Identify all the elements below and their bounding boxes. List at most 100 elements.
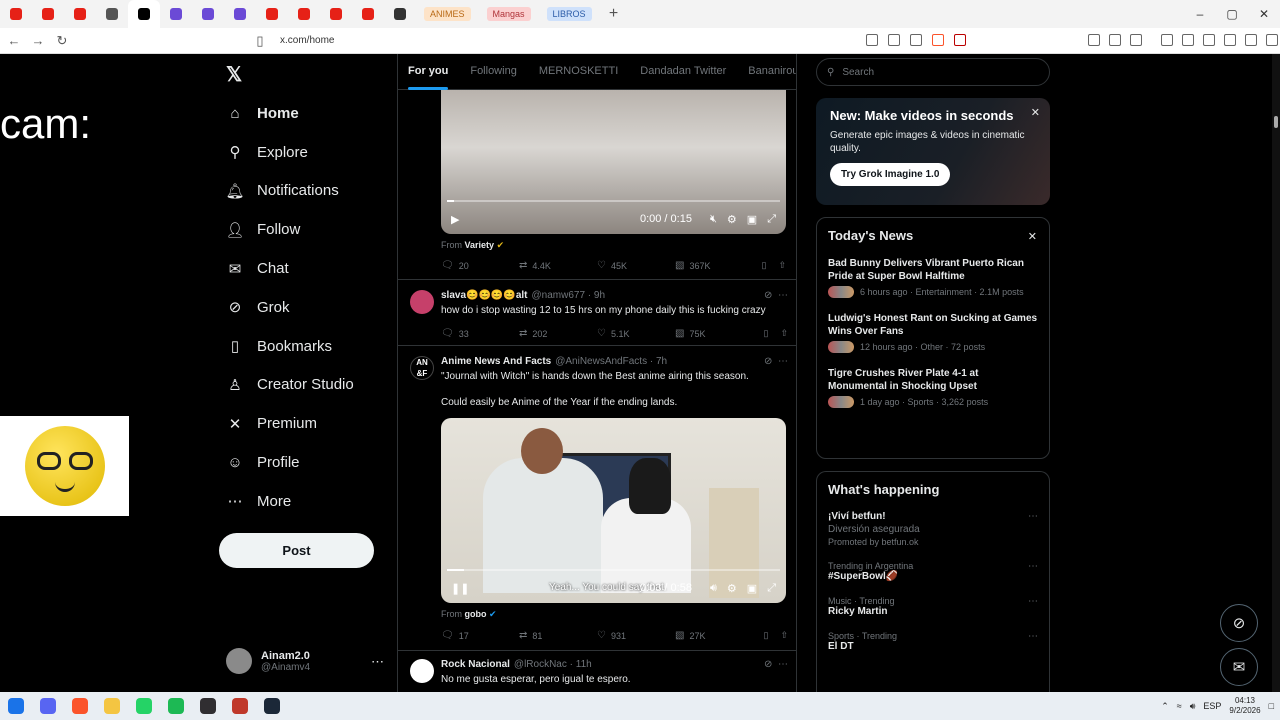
install-icon[interactable] [888, 34, 900, 46]
sidebar-item-grok[interactable]: ⊘ Grok [226, 288, 354, 327]
try-grok-button[interactable]: Try Grok Imagine 1.0 [830, 163, 951, 186]
post-time[interactable]: · 9h [588, 290, 605, 301]
search-input[interactable]: ⚲ Search [816, 58, 1050, 86]
author-handle[interactable]: @namw677 [532, 290, 586, 301]
forward-icon[interactable]: → [28, 33, 48, 48]
reply-button[interactable]: 🗨︎ 17 [441, 630, 519, 641]
share-icon[interactable]: ⇧ [780, 630, 788, 641]
volume-icon[interactable]: 🔊︎ [1190, 701, 1196, 712]
post-time[interactable]: · 11h [570, 659, 592, 670]
browser-tab[interactable] [384, 0, 416, 28]
repost-button[interactable]: ⇄ 81 [519, 630, 597, 641]
news-item[interactable]: Ludwig's Honest Rant on Sucking at Games… [828, 312, 1038, 353]
clock[interactable]: 04:13 9/2/2026 [1229, 696, 1260, 716]
sidebar-item-bookmarks[interactable]: ▯ Bookmarks [226, 327, 354, 366]
tab-group[interactable]: Mangas [479, 0, 539, 28]
bookmark-icon[interactable]: ▯ [764, 630, 769, 641]
screenshot-icon[interactable] [1130, 34, 1142, 46]
bookmark-icon[interactable]: ▯ [764, 328, 769, 339]
trend-more-icon[interactable]: ⋯ [1028, 511, 1038, 522]
views-button[interactable]: ▧ 27K [675, 630, 753, 641]
grok-icon[interactable]: ⊘ [764, 356, 772, 367]
trend-item[interactable]: ¡Viví betfun! Diversión asegurada Promoted… [828, 511, 1038, 547]
sidebar-item-premium[interactable]: ✕ Premium [226, 404, 354, 443]
post-anime-news[interactable]: AN &F Anime News And Facts @AniNewsAndFac… [398, 346, 796, 651]
trend-item[interactable]: Sports · Trending El DT ⋯ [828, 631, 1038, 652]
sidebar-item-home[interactable]: ⌂ Home [226, 94, 354, 133]
post-rock-nacional[interactable]: Rock Nacional @lRockNac · 11h ⊘ ⋯ No me … [398, 651, 796, 692]
close-icon[interactable]: ✕ [1031, 106, 1040, 119]
grok-icon[interactable]: ⊘ [764, 659, 772, 670]
sidebar-item-profile[interactable]: ☺ Profile [226, 443, 354, 482]
video-player[interactable]: Yeah... You could say that. ❚❚ 0:03 / 0:… [441, 418, 786, 603]
pause-icon[interactable]: ❚❚ [451, 582, 469, 595]
sidebar-item-follow[interactable]: 👤︎ Follow [225, 210, 354, 249]
leo-icon[interactable] [1224, 34, 1236, 46]
lang-indicator[interactable]: ESP [1203, 701, 1221, 711]
brave-shield-icon[interactable] [932, 34, 944, 46]
browser-tab[interactable] [160, 0, 192, 28]
post-more-icon[interactable]: ⋯ [778, 290, 788, 301]
trend-item[interactable]: Trending in Argentina #SuperBowl🏈 ⋯ [828, 561, 1038, 582]
browser-tab[interactable] [32, 0, 64, 28]
reload-icon[interactable]: ↻ [52, 33, 72, 49]
browser-tab[interactable] [288, 0, 320, 28]
browser-tab[interactable] [224, 0, 256, 28]
x-logo[interactable]: 𝕏 [226, 62, 242, 87]
vpn-icon[interactable] [1245, 34, 1257, 46]
chevron-up-icon[interactable]: ⌃ [1161, 701, 1169, 712]
browser-tab[interactable] [128, 0, 160, 28]
reply-button[interactable]: 🗨︎ 33 [441, 328, 519, 339]
video-progress[interactable] [447, 569, 780, 571]
post-more-icon[interactable]: ⋯ [778, 356, 788, 367]
avatar[interactable] [410, 659, 434, 683]
avatar[interactable]: AN &F [410, 356, 434, 380]
notification-icon[interactable]: □ [1269, 701, 1274, 711]
wifi-icon[interactable]: ≈ [1177, 701, 1182, 711]
account-switcher[interactable]: Ainam2.0 @Ainamv4 ⋯ [226, 648, 384, 674]
sidebar-item-more[interactable]: ⋯ More [226, 482, 354, 521]
news-item[interactable]: Tigre Crushes River Plate 4-1 at Monumen… [828, 367, 1038, 408]
share-icon[interactable]: ⇧ [780, 328, 788, 339]
browser-tab[interactable] [256, 0, 288, 28]
post-more-icon[interactable]: ⋯ [778, 659, 788, 670]
menu-icon[interactable] [1266, 34, 1278, 46]
close-window-icon[interactable]: ✕ [1248, 7, 1280, 21]
grok-float-icon[interactable]: ⊘ [1220, 604, 1258, 642]
brave-icon[interactable] [64, 692, 96, 720]
author-handle[interactable]: @lRockNac [514, 659, 567, 670]
browser-tab[interactable] [320, 0, 352, 28]
like-button[interactable]: ♡ 5.1K [597, 328, 675, 339]
steam-icon[interactable] [256, 692, 288, 720]
browser-tab[interactable] [0, 0, 32, 28]
grok-icon[interactable]: ⊘ [764, 290, 772, 301]
browser-tab[interactable] [192, 0, 224, 28]
author-name[interactable]: Rock Nacional [441, 659, 510, 670]
discord-icon[interactable] [32, 692, 64, 720]
browser-tab[interactable] [64, 0, 96, 28]
url-field[interactable]: x.com/home [280, 35, 334, 46]
trend-more-icon[interactable]: ⋯ [1028, 596, 1038, 607]
trend-more-icon[interactable]: ⋯ [1028, 561, 1038, 572]
bookmark-page-icon[interactable]: ▯ [250, 33, 270, 49]
avatar[interactable] [410, 290, 434, 314]
author-handle[interactable]: @AniNewsAndFacts [555, 356, 647, 367]
post-button[interactable]: Post [219, 533, 374, 568]
share-icon[interactable] [910, 34, 922, 46]
account-more-icon[interactable]: ⋯ [371, 654, 384, 670]
pip-icon[interactable]: ▣ [747, 582, 757, 595]
post-slava[interactable]: slava😊😊😊😊alt @namw677 · 9h ⊘ ⋯ how do i … [398, 280, 796, 346]
tab-group[interactable]: LIBROS [539, 0, 600, 28]
wallet-icon[interactable] [1203, 34, 1215, 46]
maximize-icon[interactable]: ▢ [1216, 7, 1248, 21]
like-button[interactable]: ♡ 931 [597, 630, 675, 641]
back-icon[interactable]: ← [4, 33, 24, 48]
sidebar-item-notifications[interactable]: 🔔︎ Notifications [225, 172, 354, 211]
sidebar-item-explore[interactable]: ⚲ Explore [226, 133, 354, 172]
sidebar-icon[interactable] [1182, 34, 1194, 46]
minimize-icon[interactable]: – [1184, 7, 1216, 21]
media-icon[interactable] [1161, 34, 1173, 46]
news-item[interactable]: Bad Bunny Delivers Vibrant Puerto Rican … [828, 257, 1038, 298]
browser-tab[interactable] [352, 0, 384, 28]
author-name[interactable]: Anime News And Facts [441, 356, 551, 367]
